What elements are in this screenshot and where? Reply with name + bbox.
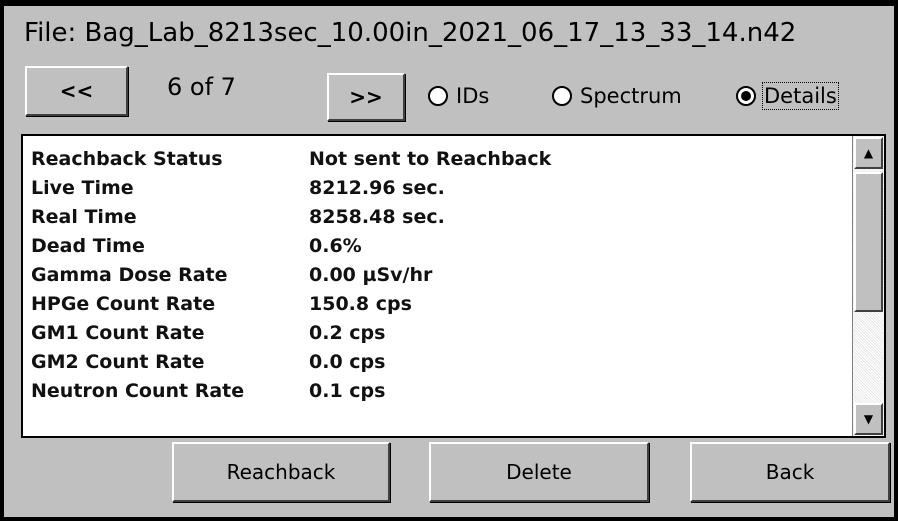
radio-details-label: Details xyxy=(762,82,839,110)
details-value: 150.8 cps xyxy=(309,292,412,315)
details-key: GM2 Count Rate xyxy=(31,350,205,373)
delete-button[interactable]: Delete xyxy=(429,442,649,502)
details-value: 0.0 cps xyxy=(309,350,386,373)
radio-spectrum[interactable]: Spectrum xyxy=(552,84,682,108)
details-key: Neutron Count Rate xyxy=(31,379,245,402)
details-row: GM1 Count Rate 0.2 cps xyxy=(31,318,851,347)
details-key: Live Time xyxy=(31,176,134,199)
details-key: Real Time xyxy=(31,205,137,228)
details-row: Neutron Count Rate 0.1 cps xyxy=(31,376,851,405)
details-value: 0.1 cps xyxy=(309,379,386,402)
scroll-down-arrow-icon[interactable]: ▼ xyxy=(854,403,883,435)
details-key: GM1 Count Rate xyxy=(31,321,205,344)
file-title: File: Bag_Lab_8213sec_10.00in_2021_06_17… xyxy=(24,18,797,48)
details-window: File: Bag_Lab_8213sec_10.00in_2021_06_17… xyxy=(4,6,894,517)
details-row: Reachback Status Not sent to Reachback xyxy=(31,144,851,173)
radio-spectrum-label: Spectrum xyxy=(580,84,682,108)
previous-button[interactable]: << xyxy=(25,66,128,116)
radio-details-indicator xyxy=(736,86,756,106)
next-button[interactable]: >> xyxy=(327,73,405,121)
details-key: Dead Time xyxy=(31,234,145,257)
record-counter: 6 of 7 xyxy=(167,73,236,101)
details-value: Not sent to Reachback xyxy=(309,147,552,170)
details-key: Reachback Status xyxy=(31,147,223,170)
details-row: GM2 Count Rate 0.0 cps xyxy=(31,347,851,376)
radio-ids-indicator xyxy=(428,86,448,106)
details-list[interactable]: Reachback Status Not sent to Reachback L… xyxy=(21,134,886,438)
details-value: 8258.48 sec. xyxy=(309,205,445,228)
details-key: HPGe Count Rate xyxy=(31,292,216,315)
details-rows: Reachback Status Not sent to Reachback L… xyxy=(31,144,851,405)
details-value: 8212.96 sec. xyxy=(309,176,445,199)
details-row: Live Time 8212.96 sec. xyxy=(31,173,851,202)
details-row: Gamma Dose Rate 0.00 µSv/hr xyxy=(31,260,851,289)
reachback-button[interactable]: Reachback xyxy=(172,442,390,502)
vertical-scrollbar[interactable]: ▲ ▼ xyxy=(852,136,884,436)
details-value: 0.6% xyxy=(309,234,362,257)
radio-details[interactable]: Details xyxy=(736,82,839,110)
scrollbar-thumb[interactable] xyxy=(854,172,883,312)
details-row: HPGe Count Rate 150.8 cps xyxy=(31,289,851,318)
back-button[interactable]: Back xyxy=(690,442,890,502)
details-row: Dead Time 0.6% xyxy=(31,231,851,260)
details-value: 0.2 cps xyxy=(309,321,386,344)
scroll-up-arrow-icon[interactable]: ▲ xyxy=(854,137,883,169)
details-value: 0.00 µSv/hr xyxy=(309,263,433,286)
radio-ids[interactable]: IDs xyxy=(428,84,489,108)
radio-ids-label: IDs xyxy=(456,84,490,108)
radio-spectrum-indicator xyxy=(552,86,572,106)
details-row: Real Time 8258.48 sec. xyxy=(31,202,851,231)
details-key: Gamma Dose Rate xyxy=(31,263,228,286)
